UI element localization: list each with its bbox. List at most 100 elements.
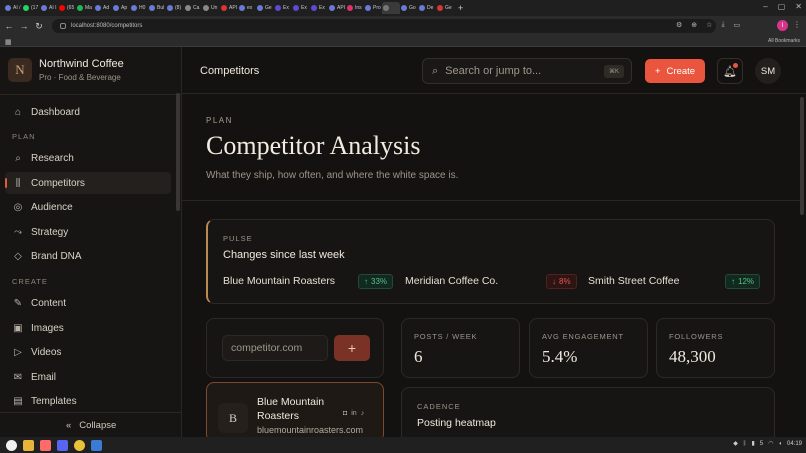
minimize-icon[interactable]: –	[763, 2, 767, 11]
browser-toolbar: ← → ↻ localhost:8080/competitors ⚙ ⊕ ☆ ⤓…	[0, 16, 806, 36]
new-tab-button[interactable]: +	[458, 3, 463, 13]
browser-tab[interactable]: (17	[22, 2, 40, 14]
sidebar-item-content[interactable]: ✎ Content	[5, 293, 171, 315]
profile-avatar[interactable]: I	[777, 20, 788, 31]
media-icon[interactable]	[40, 439, 51, 451]
sidebar-item-videos[interactable]: ▷ Videos	[5, 342, 171, 364]
browser-tab[interactable]: (8)	[166, 2, 184, 14]
sidebar-item-audience[interactable]: ◎ Audience	[5, 197, 171, 219]
download-icon[interactable]: ⤓	[721, 21, 724, 29]
user-avatar[interactable]: SM	[755, 58, 781, 84]
browser-tab[interactable]: Pro	[364, 2, 382, 14]
battery-icon[interactable]: ▮	[751, 440, 754, 447]
browser-tab[interactable]: Ge	[256, 2, 274, 14]
chrome-icon[interactable]	[74, 439, 85, 451]
browser-tab[interactable]: Ad	[94, 2, 112, 14]
maximize-icon[interactable]: ▢	[778, 2, 786, 11]
tiktok-icon[interactable]: ♪	[361, 410, 365, 417]
browser-tab[interactable]: Ex	[310, 2, 328, 14]
brand-name: Northwind Coffee	[39, 58, 124, 70]
notifications-button[interactable]: 🔔︎	[717, 58, 743, 84]
main-scrollbar[interactable]	[800, 97, 804, 215]
code-editor-icon[interactable]	[91, 439, 102, 451]
browser-tab[interactable]: Ca	[184, 2, 202, 14]
pulse-competitor-name[interactable]: Smith Street Coffee	[588, 275, 679, 287]
linkedin-icon[interactable]: in	[351, 410, 356, 417]
page-breadcrumb: Competitors	[200, 65, 260, 77]
browser-tab[interactable]: Ex	[274, 2, 292, 14]
browser-tab[interactable]: Go	[400, 2, 418, 14]
instagram-icon[interactable]: ◘	[343, 410, 347, 417]
controller-icon[interactable]: ◆	[733, 440, 738, 447]
side-panel-icon[interactable]: ▭	[734, 21, 741, 29]
sidebar-item-brand-dna[interactable]: ◇ Brand DNA	[5, 246, 171, 268]
divider	[0, 94, 181, 95]
start-menu-icon[interactable]	[6, 439, 17, 451]
sidebar-item-label: Research	[31, 153, 74, 165]
all-bookmarks-link[interactable]: All Bookmarks	[768, 38, 800, 44]
pulse-competitor-name[interactable]: Meridian Coffee Co.	[405, 275, 498, 287]
sidebar-item-competitors[interactable]: ⫼ Competitors	[5, 172, 171, 195]
sidebar-item-templates[interactable]: ▤ Templates	[5, 391, 171, 413]
app: N Northwind Coffee Pro · Food & Beverage…	[0, 47, 806, 437]
pulse-eyebrow: PULSE	[223, 234, 253, 243]
browser-tab[interactable]: Ap	[112, 2, 130, 14]
browser-tab[interactable]: AI /	[4, 2, 22, 14]
browser-tab[interactable]: Bul	[148, 2, 166, 14]
sidebar-item-email[interactable]: ✉ Email	[5, 366, 171, 388]
collapse-button[interactable]: « Collapse	[0, 412, 181, 437]
browser-tab[interactable]: De	[418, 2, 436, 14]
browser-tab[interactable]: ex	[238, 2, 256, 14]
sidebar-item-dashboard[interactable]: ⌂ Dashboard	[5, 101, 171, 123]
stat-value: 6	[414, 347, 423, 366]
browser-tab[interactable]: API	[328, 2, 346, 14]
sidebar-item-strategy[interactable]: ⤳ Strategy	[5, 221, 171, 243]
browser-tab[interactable]: Ex	[292, 2, 310, 14]
browser-tab[interactable]: AI I	[40, 2, 58, 14]
create-button[interactable]: + Create	[645, 59, 705, 83]
browser-tab[interactable]	[382, 2, 400, 14]
reload-icon[interactable]: ↻	[33, 20, 45, 32]
chevrons-left-icon: «	[66, 419, 72, 431]
back-icon[interactable]: ←	[3, 20, 15, 32]
browser-tab[interactable]: Ins	[346, 2, 364, 14]
add-competitor-button[interactable]: +	[334, 335, 370, 361]
competitor-card-selected[interactable]: B Blue Mountain Roasters bluemountainroa…	[206, 382, 384, 437]
browser-tab[interactable]: Un	[202, 2, 220, 14]
file-manager-icon[interactable]	[23, 439, 34, 451]
menu-icon[interactable]: ⋮	[793, 20, 801, 29]
sidebar-item-research[interactable]: ⌕ Research	[5, 148, 171, 170]
wifi-icon[interactable]: ◠	[768, 440, 773, 447]
close-icon[interactable]: ✕	[795, 2, 802, 11]
browser-tab[interactable]: Ge	[436, 2, 454, 14]
address-bar[interactable]: localhost:8080/competitors	[52, 19, 716, 33]
pulse-competitor-name[interactable]: Blue Mountain Roasters	[223, 275, 335, 287]
apps-grid-icon[interactable]: ▦	[5, 38, 12, 46]
sidebar-scrollbar[interactable]	[176, 93, 180, 211]
browser-tab[interactable]: Ma	[76, 2, 94, 14]
section-label-create: CREATE	[12, 277, 48, 287]
browser-tab[interactable]: (65	[58, 2, 76, 14]
competitor-url-input[interactable]: competitor.com	[222, 335, 328, 361]
site-info-icon[interactable]	[60, 23, 66, 29]
tab-label: Ad	[103, 5, 110, 11]
arrow-up-icon: ↑	[364, 277, 368, 286]
browser-tab[interactable]: API	[220, 2, 238, 14]
stat-label: POSTS / WEEK	[414, 332, 478, 341]
discord-icon[interactable]	[57, 439, 68, 451]
bookmark-star-icon[interactable]: ☆	[706, 21, 712, 29]
browser-tab[interactable]: H0	[130, 2, 148, 14]
forward-icon[interactable]: →	[18, 20, 30, 32]
search-input[interactable]: ⌕ Search or jump to... ⌘K	[422, 58, 632, 84]
tab-favicon-icon	[293, 5, 299, 11]
clock[interactable]: 04:19	[787, 441, 802, 447]
extension-icon[interactable]: ⚙	[676, 21, 682, 29]
zoom-icon[interactable]: ⊕	[691, 21, 697, 29]
sidebar-item-images[interactable]: ▣ Images	[5, 317, 171, 339]
tab-favicon-icon	[5, 5, 11, 11]
volume-icon[interactable]: ◖	[778, 441, 782, 447]
competitor-url: bluemountainroasters.com	[257, 425, 364, 435]
bluetooth-icon[interactable]: ᛒ	[743, 441, 747, 447]
brand[interactable]: N Northwind Coffee Pro · Food & Beverage	[8, 58, 124, 82]
sidebar: N Northwind Coffee Pro · Food & Beverage…	[0, 47, 182, 437]
